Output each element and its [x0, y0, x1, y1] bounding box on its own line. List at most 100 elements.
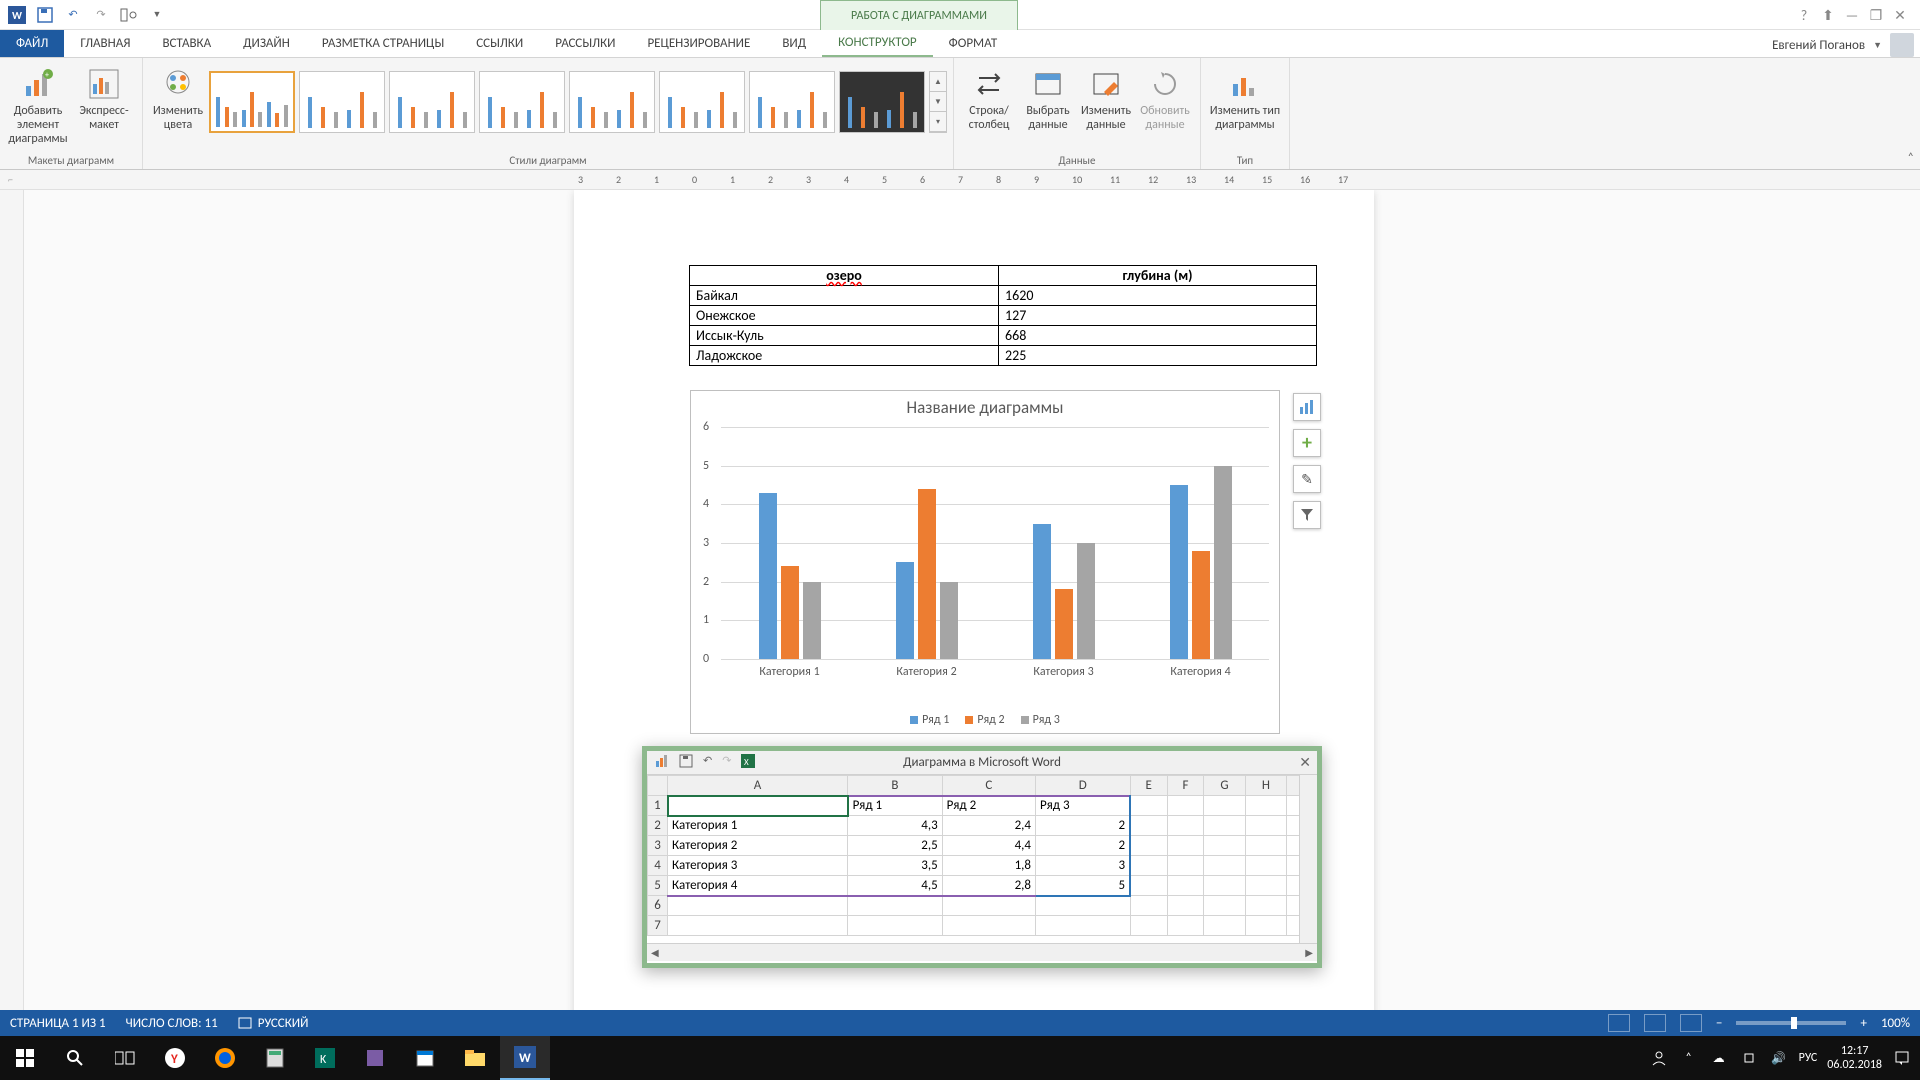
scroll-left-icon[interactable]: ◀	[651, 946, 659, 959]
grid-cell[interactable]: 2,5	[848, 836, 943, 856]
grid-cell[interactable]	[1036, 916, 1131, 936]
grid-cell[interactable]: 2	[1036, 836, 1131, 856]
tray-onedrive-icon[interactable]: ☁	[1709, 1048, 1729, 1068]
tray-volume-icon[interactable]: 🔊	[1769, 1048, 1789, 1068]
grid-cell[interactable]	[1204, 896, 1246, 916]
taskbar-app-kaspersky[interactable]: K	[300, 1036, 350, 1080]
chart-data-editor[interactable]: ↶ ↷ X Диаграмма в Microsoft Word ✕ A B C…	[642, 746, 1322, 968]
chart-plot-area[interactable]: 0123456Категория 1Категория 2Категория 3…	[721, 427, 1269, 659]
data-editor-grid[interactable]: A B C D E F G H I 1 Ряд 1 Ряд 2	[647, 775, 1317, 943]
status-page[interactable]: СТРАНИЦА 1 ИЗ 1	[10, 1016, 106, 1031]
grid-cell[interactable]: 4,4	[942, 836, 1035, 856]
chart-styles-button[interactable]: ✎	[1293, 465, 1321, 493]
tray-clock[interactable]: 12:1706.02.2018	[1827, 1044, 1882, 1073]
grid-cell[interactable]: Категория 4	[668, 876, 848, 896]
data-editor-scrollbar-v[interactable]	[1299, 775, 1317, 945]
ruler-tab-selector[interactable]: ⌐	[8, 173, 13, 186]
start-button[interactable]	[0, 1036, 50, 1080]
user-account[interactable]: Евгений Поганов ▼	[1772, 33, 1914, 57]
grid-cell[interactable]	[1245, 796, 1286, 816]
zoom-slider[interactable]	[1736, 1021, 1846, 1025]
grid-cell[interactable]	[1130, 856, 1167, 876]
grid-cell[interactable]	[1130, 816, 1167, 836]
grid-cell[interactable]	[1167, 916, 1203, 936]
chart-style-3[interactable]	[389, 71, 475, 133]
grid-cell[interactable]: 4,5	[848, 876, 943, 896]
tab-review[interactable]: РЕЦЕНЗИРОВАНИЕ	[631, 30, 766, 57]
taskbar-app-firefox[interactable]	[200, 1036, 250, 1080]
ribbon-display-icon[interactable]: ⬆	[1818, 5, 1838, 25]
tab-chart-format[interactable]: ФОРМАТ	[933, 30, 1014, 57]
grid-cell[interactable]	[1130, 796, 1167, 816]
status-word-count[interactable]: ЧИСЛО СЛОВ: 11	[126, 1016, 218, 1031]
grid-cell[interactable]: Ряд 1	[848, 796, 943, 816]
row-head-2[interactable]: 2	[648, 816, 668, 836]
row-head-1[interactable]: 1	[648, 796, 668, 816]
grid-cell[interactable]	[1204, 816, 1246, 836]
grid-cell[interactable]: 1,8	[942, 856, 1035, 876]
grid-cell[interactable]	[1204, 836, 1246, 856]
scroll-down-icon[interactable]: ▼	[930, 92, 946, 112]
zoom-in-button[interactable]: +	[1860, 1016, 1866, 1031]
chart-style-gallery-scroll[interactable]: ▲▼▾	[929, 71, 947, 133]
chart-style-1[interactable]	[209, 71, 295, 133]
grid-cell[interactable]	[1130, 916, 1167, 936]
chart-style-8[interactable]	[839, 71, 925, 133]
grid-cell[interactable]: 3,5	[848, 856, 943, 876]
data-editor-close-icon[interactable]: ✕	[1299, 754, 1311, 771]
grid-cell[interactable]: 2,8	[942, 876, 1035, 896]
grid-cell[interactable]: Категория 2	[668, 836, 848, 856]
row-head-4[interactable]: 4	[648, 856, 668, 876]
undo-icon[interactable]: ↶	[703, 754, 712, 771]
legend-item-2[interactable]: Ряд 2	[965, 713, 1004, 727]
document-data-table[interactable]: озероглубина (м) Байкал1620 Онежское127 …	[689, 265, 1317, 366]
col-head-c[interactable]: C	[942, 776, 1035, 796]
maximize-icon[interactable]: ❐	[1866, 5, 1886, 25]
edit-data-button[interactable]: Изменить данные	[1078, 62, 1134, 150]
grid-cell[interactable]: 3	[1036, 856, 1131, 876]
grid-cell[interactable]	[1167, 796, 1203, 816]
taskbar-app-stickynotes[interactable]	[350, 1036, 400, 1080]
status-language[interactable]: РУССКИЙ	[238, 1016, 309, 1031]
grid-cell[interactable]: Ряд 2	[942, 796, 1035, 816]
chart-object[interactable]: Название диаграммы 0123456Категория 1Кат…	[690, 390, 1280, 734]
save-icon[interactable]	[679, 754, 693, 771]
row-head-7[interactable]: 7	[648, 916, 668, 936]
taskbar-app-explorer[interactable]	[450, 1036, 500, 1080]
table-row[interactable]: Иссык-Куль668	[690, 326, 1317, 346]
zoom-level[interactable]: 100%	[1881, 1016, 1910, 1031]
table-row[interactable]: Байкал1620	[690, 286, 1317, 306]
tab-insert[interactable]: ВСТАВКА	[146, 30, 227, 57]
touch-mode-icon[interactable]	[120, 6, 138, 24]
redo-icon[interactable]: ↷	[722, 754, 731, 771]
scroll-right-icon[interactable]: ▶	[1305, 946, 1313, 959]
scroll-up-icon[interactable]: ▲	[930, 72, 946, 92]
grid-cell[interactable]	[1245, 916, 1286, 936]
minimize-icon[interactable]: —	[1842, 5, 1862, 25]
grid-cell[interactable]	[942, 896, 1035, 916]
grid-cell[interactable]	[1204, 796, 1246, 816]
col-head-f[interactable]: F	[1167, 776, 1203, 796]
col-head-g[interactable]: G	[1204, 776, 1246, 796]
grid-cell[interactable]	[1204, 856, 1246, 876]
grid-cell[interactable]	[1130, 876, 1167, 896]
grid-cell[interactable]	[668, 796, 848, 816]
legend-item-3[interactable]: Ряд 3	[1021, 713, 1060, 727]
col-head-b[interactable]: B	[848, 776, 943, 796]
chart-add-button[interactable]: +	[1293, 429, 1321, 457]
tab-references[interactable]: ССЫЛКИ	[460, 30, 539, 57]
grid-cell[interactable]	[1245, 896, 1286, 916]
change-colors-button[interactable]: Изменить цвета	[149, 62, 207, 150]
grid-cell[interactable]: Категория 3	[668, 856, 848, 876]
tray-chevron-up-icon[interactable]: ˄	[1679, 1048, 1699, 1068]
taskbar-app-calculator[interactable]	[250, 1036, 300, 1080]
chart-style-7[interactable]	[749, 71, 835, 133]
grid-cell[interactable]	[1245, 836, 1286, 856]
row-head-5[interactable]: 5	[648, 876, 668, 896]
chart-legend[interactable]: Ряд 1 Ряд 2 Ряд 3	[691, 713, 1279, 727]
grid-select-all[interactable]	[648, 776, 668, 796]
table-row[interactable]: Онежское127	[690, 306, 1317, 326]
tray-people-icon[interactable]	[1649, 1048, 1669, 1068]
switch-row-column-button[interactable]: Строка/столбец	[960, 62, 1018, 150]
grid-cell[interactable]	[1167, 856, 1203, 876]
